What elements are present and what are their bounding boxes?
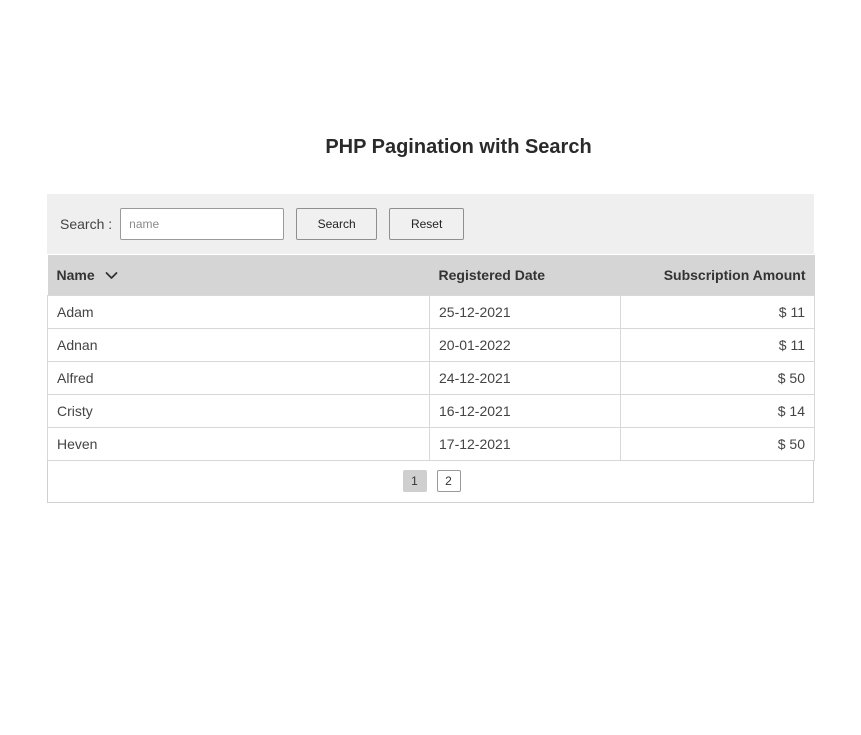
cell-name: Cristy	[47, 393, 430, 428]
cell-date: 24-12-2021	[429, 360, 621, 395]
cell-amount: $ 14	[620, 393, 815, 428]
page-link-1-current[interactable]: 1	[402, 470, 427, 492]
column-header-amount: Subscription Amount	[663, 266, 806, 283]
cell-date: 17-12-2021	[429, 426, 621, 461]
table-row: Adnan 20-01-2022 $ 11	[47, 327, 815, 362]
column-header-name[interactable]: Name	[48, 255, 430, 295]
table-row: Alfred 24-12-2021 $ 50	[47, 360, 815, 395]
results-table: Name Registered Date Subscription Amount…	[47, 255, 815, 461]
page-title: PHP Pagination with Search	[325, 136, 592, 158]
column-header-date: Registered Date	[438, 266, 546, 283]
cell-amount: $ 50	[620, 426, 815, 461]
cell-amount: $ 50	[620, 360, 815, 395]
pagination: 1 2	[47, 460, 814, 503]
search-label: Search :	[60, 216, 113, 232]
page-link-2[interactable]: 2	[436, 470, 461, 492]
cell-name: Adnan	[47, 327, 430, 362]
table-row: Adam 25-12-2021 $ 11	[47, 294, 815, 329]
chevron-down-icon[interactable]	[105, 267, 118, 283]
table-header-row: Name Registered Date Subscription Amount	[47, 255, 815, 295]
data-panel: Search : Search Reset Name Registered	[47, 194, 815, 503]
cell-name: Alfred	[47, 360, 430, 395]
cell-amount: $ 11	[620, 294, 815, 329]
table-row: Heven 17-12-2021 $ 50	[47, 426, 815, 461]
cell-date: 16-12-2021	[429, 393, 621, 428]
column-header-name-label: Name	[56, 266, 95, 283]
search-button[interactable]: Search	[296, 208, 378, 240]
search-bar: Search : Search Reset	[47, 194, 814, 254]
cell-amount: $ 11	[620, 327, 815, 362]
cell-name: Heven	[47, 426, 430, 461]
cell-date: 20-01-2022	[429, 327, 621, 362]
table-row: Cristy 16-12-2021 $ 14	[47, 393, 815, 428]
search-input[interactable]	[120, 208, 285, 240]
cell-date: 25-12-2021	[429, 294, 621, 329]
reset-button[interactable]: Reset	[389, 208, 465, 240]
cell-name: Adam	[47, 294, 430, 329]
